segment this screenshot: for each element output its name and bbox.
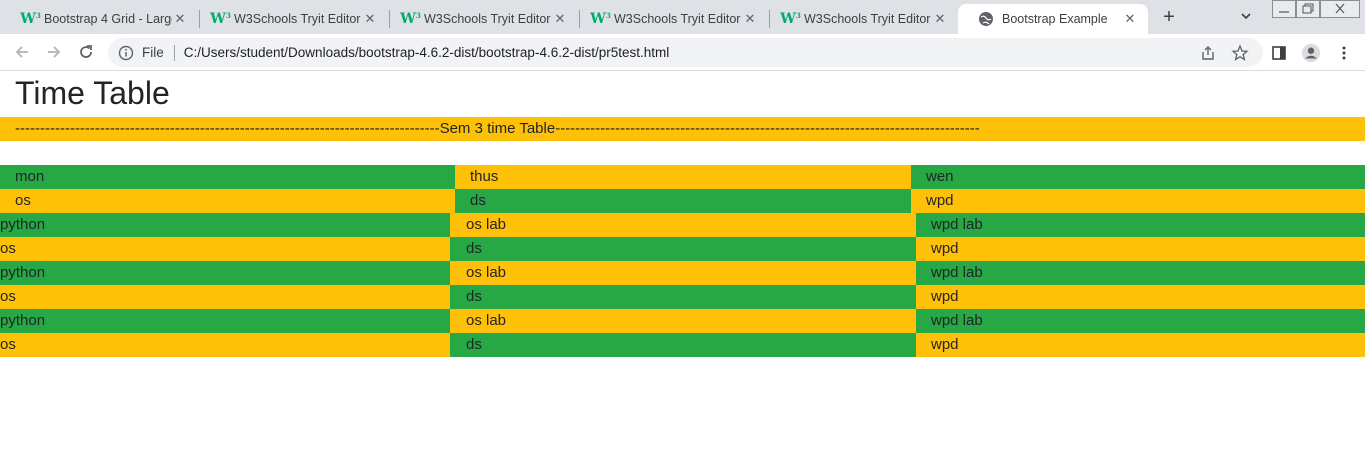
tab-close-icon[interactable]: ✕	[362, 11, 378, 27]
tab-tryit-editor-2[interactable]: W3 W3Schools Tryit Editor ✕	[380, 4, 578, 34]
kebab-menu-icon[interactable]	[1334, 43, 1354, 63]
table-row: python os lab wpd lab	[0, 261, 1365, 285]
tab-tryit-editor-3[interactable]: W3 W3Schools Tryit Editor ✕	[570, 4, 768, 34]
page-content: Time Table -----------------------------…	[0, 72, 1365, 357]
day-cell-mon: mon	[0, 165, 455, 189]
table-cell: os	[0, 285, 450, 309]
restore-icon[interactable]	[1296, 0, 1320, 18]
address-bar[interactable]: File C:/Users/student/Downloads/bootstra…	[108, 38, 1263, 67]
tab-title: Bootstrap 4 Grid - Large	[44, 12, 172, 26]
table-row: python os lab wpd lab	[0, 213, 1365, 237]
table-row: os ds wpd	[0, 333, 1365, 357]
table-cell: ds	[455, 189, 911, 213]
tab-title: W3Schools Tryit Editor	[424, 12, 551, 26]
table-cell: os lab	[450, 261, 916, 285]
browser-toolbar: File C:/Users/student/Downloads/bootstra…	[0, 34, 1365, 71]
table-cell: ds	[450, 237, 916, 261]
table-cell: os	[0, 333, 450, 357]
globe-icon	[978, 11, 994, 27]
table-cell: os lab	[450, 309, 916, 333]
table-cell: os	[0, 237, 450, 261]
w3schools-icon: W3	[210, 11, 231, 27]
day-cell-thus: thus	[455, 165, 911, 189]
w3schools-icon: W3	[590, 11, 611, 27]
w3schools-icon: W3	[400, 11, 421, 27]
table-cell: ds	[450, 333, 916, 357]
tab-search-chevron-icon[interactable]	[1238, 8, 1254, 24]
table-cell: wpd	[916, 333, 1365, 357]
tab-title: Bootstrap Example	[1002, 12, 1108, 26]
table-cell: python	[0, 309, 450, 333]
tab-close-icon[interactable]: ✕	[552, 11, 568, 27]
w3schools-icon: W3	[780, 11, 801, 27]
tab-strip: W3 Bootstrap 4 Grid - Large ✕ W3 W3Schoo…	[0, 0, 1365, 34]
day-header-row: mon thus wen	[0, 165, 1365, 189]
address-divider	[173, 44, 175, 61]
table-cell: wpd	[911, 189, 1365, 213]
info-icon[interactable]	[118, 45, 134, 61]
tab-tryit-editor-4[interactable]: W3 W3Schools Tryit Editor ✕	[760, 4, 958, 34]
tab-bootstrap-example[interactable]: Bootstrap Example ✕	[958, 4, 1148, 34]
tab-tryit-editor-1[interactable]: W3 W3Schools Tryit Editor ✕	[190, 4, 388, 34]
table-cell: python	[0, 261, 450, 285]
table-row: os ds wpd	[0, 237, 1365, 261]
table-cell: wpd	[916, 285, 1365, 309]
table-cell: ds	[450, 285, 916, 309]
table-row: os ds wpd	[0, 285, 1365, 309]
semester-banner: ----------------------------------------…	[0, 117, 1365, 141]
tab-close-icon[interactable]: ✕	[932, 11, 948, 27]
page-title: Time Table	[15, 75, 170, 111]
url-text[interactable]: C:/Users/student/Downloads/bootstrap-4.6…	[184, 45, 669, 60]
new-tab-button[interactable]: +	[1158, 7, 1180, 29]
reload-icon[interactable]	[76, 42, 96, 62]
tab-title: W3Schools Tryit Editor	[234, 12, 361, 26]
day-cell-wen: wen	[911, 165, 1365, 189]
back-arrow-icon[interactable]	[12, 42, 32, 62]
table-cell: wpd	[916, 237, 1365, 261]
table-cell: wpd lab	[916, 309, 1365, 333]
profile-avatar-icon[interactable]	[1301, 43, 1321, 63]
close-window-icon[interactable]	[1320, 0, 1360, 18]
minimize-icon[interactable]	[1272, 0, 1296, 18]
table-cell: python	[0, 213, 450, 237]
bookmark-star-icon[interactable]	[1231, 44, 1249, 62]
w3schools-icon: W3	[20, 11, 41, 27]
tab-close-icon[interactable]: ✕	[1122, 11, 1138, 27]
table-row: python os lab wpd lab	[0, 309, 1365, 333]
tab-bootstrap-grid[interactable]: W3 Bootstrap 4 Grid - Large ✕	[0, 4, 198, 34]
table-cell: os lab	[450, 213, 916, 237]
tab-close-icon[interactable]: ✕	[742, 11, 758, 27]
side-panel-icon[interactable]	[1269, 43, 1289, 63]
forward-arrow-icon[interactable]	[44, 42, 64, 62]
tab-close-icon[interactable]: ✕	[172, 11, 188, 27]
table-cell: wpd lab	[916, 261, 1365, 285]
table-cell: wpd lab	[916, 213, 1365, 237]
table-cell: os	[0, 189, 455, 213]
subject-row: os ds wpd	[0, 189, 1365, 213]
tab-title: W3Schools Tryit Editor	[804, 12, 931, 26]
tab-title: W3Schools Tryit Editor	[614, 12, 741, 26]
scheme-label: File	[142, 45, 164, 60]
share-icon[interactable]	[1199, 44, 1217, 62]
